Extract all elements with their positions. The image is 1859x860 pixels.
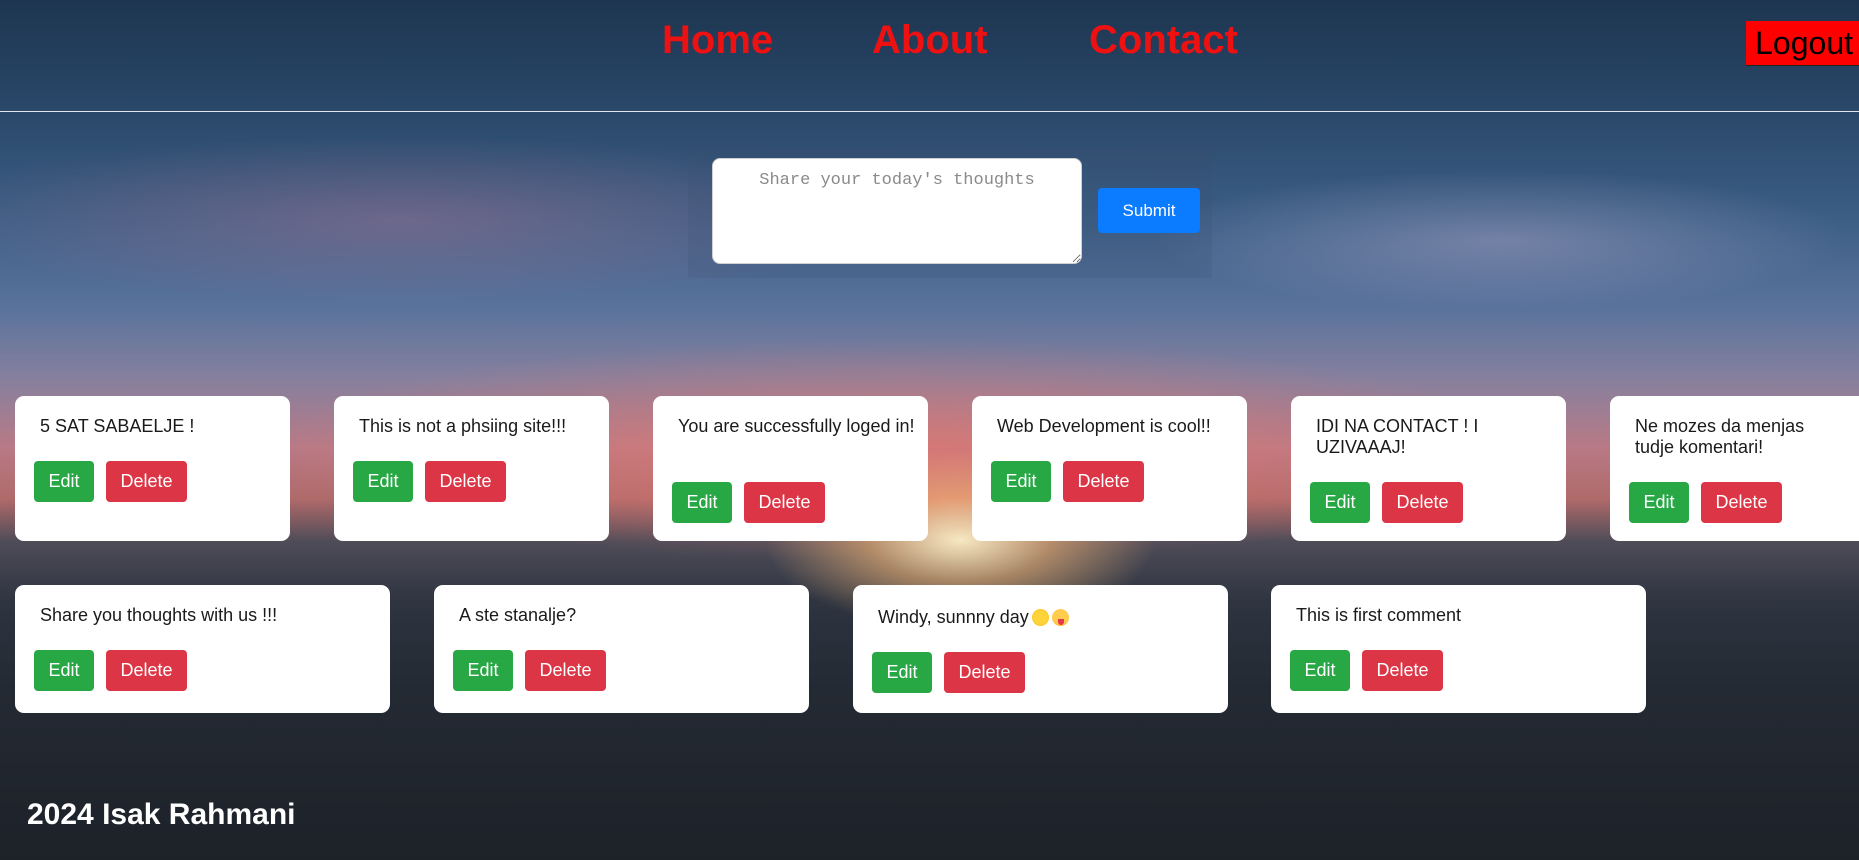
delete-button[interactable]: Delete [525,650,606,691]
tongue-face-emoji-icon [1051,609,1069,626]
comment-card: IDI NA CONTACT ! I UZIVAAAJ! Edit Delete [1291,396,1566,541]
delete-button[interactable]: Delete [1063,461,1144,502]
comment-text: Share you thoughts with us !!! [40,605,278,625]
edit-button[interactable]: Edit [1310,482,1370,523]
comment-card: Windy, sunnny day Edit Delete [853,585,1228,713]
sun-emoji-icon [1031,609,1049,626]
edit-button[interactable]: Edit [34,461,94,502]
comment-card: 5 SAT SABAELJE ! Edit Delete [15,396,290,541]
comment-text: Ne mozes da menjas tudje komentari! [1635,416,1805,457]
delete-button[interactable]: Delete [944,652,1025,693]
edit-button[interactable]: Edit [1629,482,1689,523]
delete-button[interactable]: Delete [1382,482,1463,523]
comment-card: This is not a phsiing site!!! Edit Delet… [334,396,609,541]
comment-text: A ste stanalje? [459,605,577,625]
comment-card: Ne mozes da menjas tudje komentari! Edit… [1610,396,1859,541]
comment-text: IDI NA CONTACT ! I UZIVAAAJ! [1316,416,1479,457]
comment-text: This is first comment [1296,605,1462,625]
edit-button[interactable]: Edit [872,652,932,693]
top-navbar: Home About Contact Logout [0,0,1859,112]
delete-button[interactable]: Delete [1701,482,1782,523]
delete-button[interactable]: Delete [425,461,506,502]
edit-button[interactable]: Edit [34,650,94,691]
comment-text: Web Development is cool!! [997,416,1211,436]
comment-card: Share you thoughts with us !!! Edit Dele… [15,585,390,713]
delete-button[interactable]: Delete [106,650,187,691]
submit-button[interactable]: Submit [1098,188,1200,233]
thought-input[interactable] [712,158,1082,264]
nav-link-contact[interactable]: Contact [1089,18,1238,63]
footer-copyright: 2024 Isak Rahmani [27,798,296,831]
edit-button[interactable]: Edit [353,461,413,502]
edit-button[interactable]: Edit [1290,650,1350,691]
comment-text: Windy, sunnny day [878,607,1029,627]
comment-text: You are successfully loged in! [678,416,915,436]
delete-button[interactable]: Delete [106,461,187,502]
edit-button[interactable]: Edit [453,650,513,691]
delete-button[interactable]: Delete [1362,650,1443,691]
edit-button[interactable]: Edit [991,461,1051,502]
comment-text: This is not a phsiing site!!! [359,416,567,436]
delete-button[interactable]: Delete [744,482,825,523]
edit-button[interactable]: Edit [672,482,732,523]
nav-link-home[interactable]: Home [662,18,773,63]
comment-card: This is first comment Edit Delete [1271,585,1646,713]
nav-link-about[interactable]: About [872,18,988,63]
comment-card: Web Development is cool!! Edit Delete [972,396,1247,541]
logout-button[interactable]: Logout [1746,21,1859,66]
comment-card: A ste stanalje? Edit Delete [434,585,809,713]
comment-card: You are successfully loged in! Edit Dele… [653,396,928,541]
comment-text: 5 SAT SABAELJE ! [40,416,195,436]
